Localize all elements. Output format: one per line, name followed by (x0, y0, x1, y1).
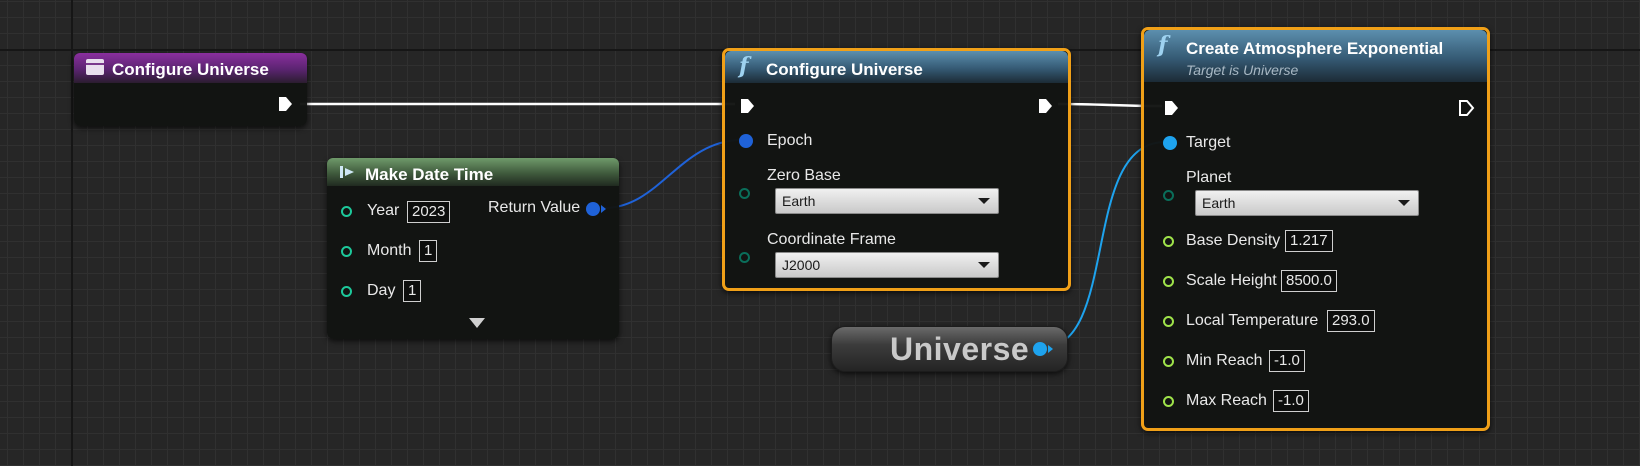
chevron-down-icon (1398, 200, 1410, 206)
max-reach-label: Max Reach (1186, 392, 1267, 409)
exec-out-pin[interactable] (1457, 99, 1475, 117)
event-node-header: Configure Universe (74, 53, 307, 83)
planet-label: Planet (1186, 169, 1232, 186)
month-input[interactable]: 1 (419, 240, 438, 262)
chevron-down-icon (978, 262, 990, 268)
function-icon: f (1158, 32, 1168, 58)
scale-height-label: Scale Height (1186, 272, 1277, 289)
planet-value: Earth (1202, 195, 1236, 211)
function-icon: f (739, 53, 749, 79)
scale-height-input[interactable]: 8500.0 (1281, 270, 1337, 292)
min-reach-pin[interactable] (1163, 356, 1174, 367)
configure-universe-call-node[interactable]: f Configure Universe Epoch Zero Base Ear… (722, 48, 1071, 291)
make-date-time-header: Make Date Time (327, 158, 619, 186)
planet-pin[interactable] (1163, 190, 1174, 201)
exec-in-pin[interactable] (738, 97, 756, 115)
year-label: Year (367, 202, 400, 219)
return-value-pin[interactable] (585, 201, 607, 217)
year-pin[interactable] (341, 206, 352, 217)
month-label: Month (367, 242, 412, 259)
event-icon (86, 59, 104, 75)
local-temperature-label: Local Temperature (1186, 312, 1319, 329)
universe-variable-node[interactable]: Universe (831, 326, 1068, 372)
chevron-down-icon (978, 198, 990, 204)
coordinate-frame-dropdown[interactable]: J2000 (775, 252, 999, 278)
planet-dropdown[interactable]: Earth (1195, 190, 1419, 216)
create-atmosphere-header: f Create Atmosphere Exponential Target i… (1144, 30, 1487, 82)
exec-out-pin[interactable] (276, 95, 294, 113)
year-input[interactable]: 2023 (407, 201, 451, 223)
local-temperature-pin[interactable] (1163, 316, 1174, 327)
coordinate-frame-value: J2000 (782, 257, 821, 273)
month-pin[interactable] (341, 246, 352, 257)
make-date-time-node[interactable]: Make Date Time Year 2023 Month 1 Day 1 R… (327, 158, 619, 339)
coordinate-frame-label: Coordinate Frame (767, 231, 896, 248)
make-date-time-title: Make Date Time (365, 165, 494, 184)
zero-base-pin[interactable] (739, 188, 750, 199)
max-reach-input[interactable]: -1.0 (1273, 390, 1309, 412)
max-reach-pin[interactable] (1163, 396, 1174, 407)
target-label: Target (1186, 134, 1231, 151)
base-density-input[interactable]: 1.217 (1285, 230, 1333, 252)
epoch-pin[interactable] (739, 134, 753, 148)
chevron-down-icon[interactable] (469, 318, 485, 328)
day-pin[interactable] (341, 286, 352, 297)
epoch-label: Epoch (767, 132, 813, 149)
create-atmosphere-node[interactable]: f Create Atmosphere Exponential Target i… (1141, 27, 1490, 431)
universe-output-pin[interactable] (1032, 341, 1054, 357)
coordinate-frame-pin[interactable] (739, 252, 750, 263)
universe-variable-label: Universe (890, 331, 1030, 367)
exec-in-pin[interactable] (1162, 99, 1180, 117)
min-reach-input[interactable]: -1.0 (1269, 350, 1305, 372)
local-temperature-input[interactable]: 293.0 (1327, 310, 1375, 332)
min-reach-label: Min Reach (1186, 352, 1263, 369)
zero-base-label: Zero Base (767, 167, 841, 184)
base-density-pin[interactable] (1163, 236, 1174, 247)
configure-universe-header: f Configure Universe (725, 51, 1068, 83)
zero-base-value: Earth (782, 193, 816, 209)
day-label: Day (367, 282, 396, 299)
exec-out-pin[interactable] (1036, 97, 1054, 115)
make-struct-icon (340, 166, 354, 178)
create-atmosphere-title: Create Atmosphere Exponential (1186, 39, 1444, 58)
base-density-label: Base Density (1186, 232, 1281, 249)
return-value-label: Return Value (488, 199, 581, 216)
event-node-configure-universe[interactable]: Configure Universe (74, 53, 307, 126)
create-atmosphere-subtitle: Target is Universe (1186, 62, 1299, 78)
target-pin[interactable] (1163, 136, 1177, 150)
scale-height-pin[interactable] (1163, 276, 1174, 287)
zero-base-dropdown[interactable]: Earth (775, 188, 999, 214)
day-input[interactable]: 1 (403, 280, 422, 302)
event-node-title: Configure Universe (112, 60, 269, 79)
configure-universe-title: Configure Universe (766, 60, 923, 79)
